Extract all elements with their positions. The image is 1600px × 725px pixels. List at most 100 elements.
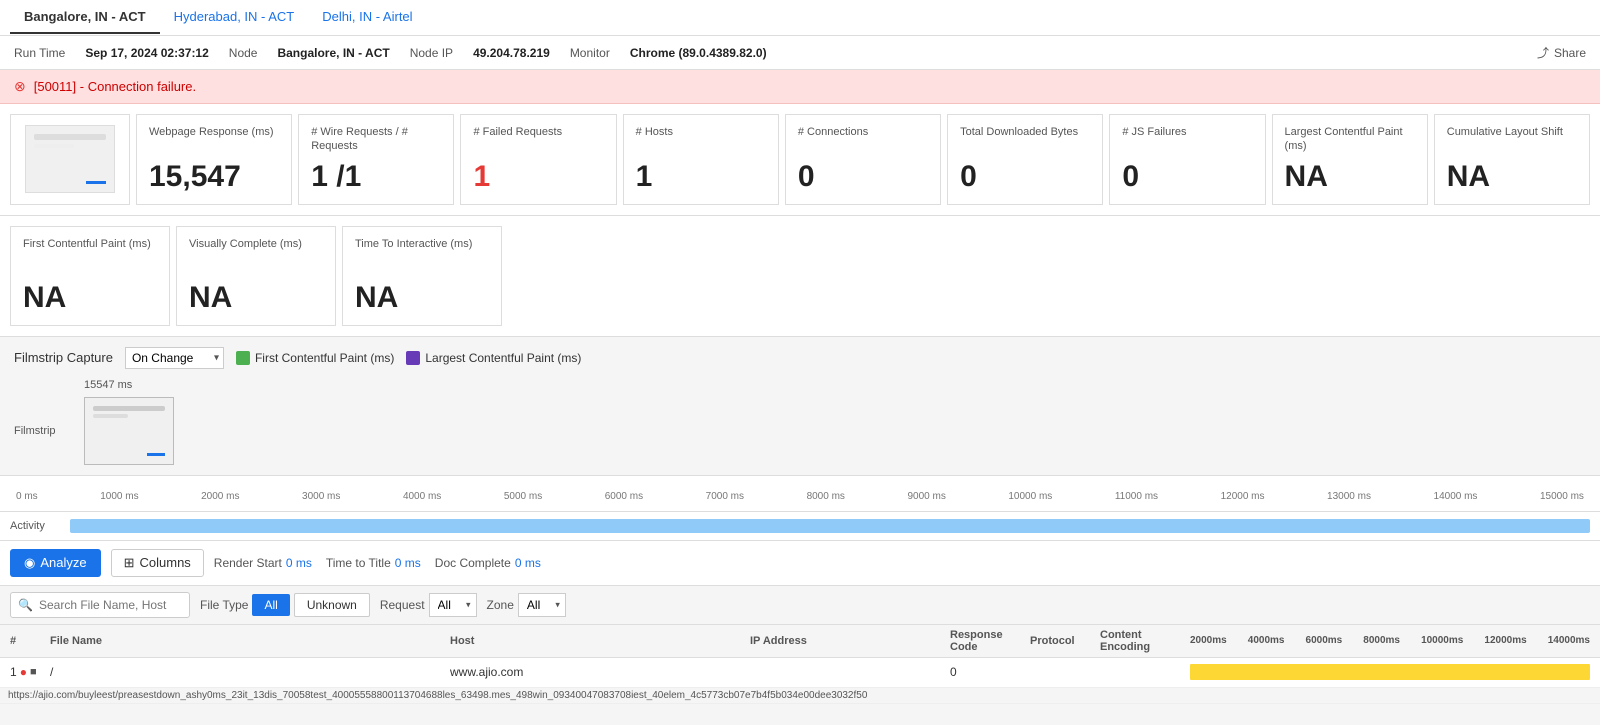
film-frame-bar <box>147 453 165 456</box>
row-number: 1 <box>10 665 17 679</box>
film-label: Filmstrip <box>14 425 84 437</box>
row-file: / <box>50 665 450 679</box>
stop-icon: ■ <box>30 666 37 678</box>
metric-failed-requests: # Failed Requests 1 <box>460 114 616 205</box>
ruler-tick-0: 0 ms <box>16 491 38 502</box>
node-ip-label: Node IP <box>410 46 453 60</box>
col-header-host: Host <box>450 635 750 647</box>
col-header-proto: Protocol <box>1030 635 1100 647</box>
activity-label: Activity <box>10 520 70 532</box>
file-type-filter: File Type All Unknown <box>200 593 370 617</box>
search-icon: 🔍 <box>18 598 33 612</box>
col-header-enc: Content Encoding <box>1100 629 1190 653</box>
tab-delhi[interactable]: Delhi, IN - Airtel <box>308 1 426 34</box>
filmstrip-section: Filmstrip Capture On Change Every 100ms … <box>0 337 1600 476</box>
row-timeline <box>1190 664 1590 680</box>
metric-value: 15,547 <box>149 160 279 194</box>
search-wrap: 🔍 <box>10 592 190 618</box>
screenshot-thumbnail <box>10 114 130 205</box>
filmstrip-capture-select[interactable]: On Change Every 100ms Every 500ms <box>125 347 224 369</box>
ruler-tick-13: 13000 ms <box>1327 491 1371 502</box>
run-time-label: Run Time <box>14 46 65 60</box>
activity-row: Activity <box>0 512 1600 540</box>
zone-select-wrap: All <box>518 593 566 617</box>
timeline-col-6ms: 6000ms <box>1306 635 1343 646</box>
legend-fcp-color <box>236 351 250 365</box>
request-label: Request <box>380 598 425 612</box>
node-label: Node <box>229 46 258 60</box>
zone-label: Zone <box>487 598 514 612</box>
doc-complete-label: Doc Complete <box>435 556 511 570</box>
metric-value: NA <box>355 281 489 315</box>
metric-cls: Cumulative Layout Shift NA <box>1434 114 1590 205</box>
metric-value: 0 <box>1122 160 1252 194</box>
metric-label: # JS Failures <box>1122 125 1252 139</box>
film-frames: Filmstrip <box>14 397 1586 465</box>
ruler-tick-2: 2000 ms <box>201 491 239 502</box>
timeline-col-2ms: 2000ms <box>1190 635 1227 646</box>
error-banner: ⊗ [50011] - Connection failure. <box>0 70 1600 104</box>
tab-bar: Bangalore, IN - ACT Hyderabad, IN - ACT … <box>0 0 1600 36</box>
ruler-ticks: 0 ms1000 ms2000 ms3000 ms4000 ms5000 ms6… <box>10 491 1590 502</box>
row-host: www.ajio.com <box>450 665 750 679</box>
metrics-row-2: First Contentful Paint (ms) NA Visually … <box>0 216 1600 337</box>
legend-lcp-label: Largest Contentful Paint (ms) <box>425 351 581 365</box>
metric-label: # Hosts <box>636 125 766 139</box>
metric-fcp: First Contentful Paint (ms) NA <box>10 226 170 326</box>
request-select[interactable]: All <box>429 593 477 617</box>
timeline-section: 0 ms1000 ms2000 ms3000 ms4000 ms5000 ms6… <box>0 476 1600 541</box>
analyze-icon: ◉ <box>24 555 35 571</box>
legend-lcp: Largest Contentful Paint (ms) <box>406 351 581 365</box>
request-filter: Request All <box>380 593 477 617</box>
analyze-button[interactable]: ◉ Analyze <box>10 549 101 577</box>
table-row: 1 ● ■ / www.ajio.com 0 <box>0 658 1600 688</box>
metric-js-failures: # JS Failures 0 <box>1109 114 1265 205</box>
metric-value: 1 <box>636 160 766 194</box>
ruler-tick-8: 8000 ms <box>807 491 845 502</box>
table-header: # File Name Host IP Address Response Cod… <box>0 625 1600 658</box>
metric-value: NA <box>1447 160 1577 194</box>
col-header-num: # <box>10 635 50 647</box>
legend-fcp: First Contentful Paint (ms) <box>236 351 394 365</box>
zone-select[interactable]: All <box>518 593 566 617</box>
timeline-col-8ms: 8000ms <box>1363 635 1400 646</box>
timeline-ruler: 0 ms1000 ms2000 ms3000 ms4000 ms5000 ms6… <box>0 482 1600 512</box>
all-filter-button[interactable]: All <box>252 594 289 616</box>
render-start-value: 0 ms <box>286 556 312 570</box>
render-start-label: Render Start <box>214 556 282 570</box>
ruler-tick-7: 7000 ms <box>706 491 744 502</box>
metric-label: Visually Complete (ms) <box>189 237 323 251</box>
ruler-tick-11: 11000 ms <box>1115 491 1158 502</box>
col-header-ip: IP Address <box>750 635 950 647</box>
filmstrip-capture-label: Filmstrip Capture <box>14 350 113 365</box>
timeline-col-4ms: 4000ms <box>1248 635 1285 646</box>
file-type-label: File Type <box>200 598 248 612</box>
metric-value: NA <box>1285 160 1415 194</box>
doc-complete-value: 0 ms <box>515 556 541 570</box>
columns-icon: ⊞ <box>124 555 135 571</box>
tab-bangalore[interactable]: Bangalore, IN - ACT <box>10 1 160 34</box>
metric-value: NA <box>23 281 157 315</box>
filmstrip-timeline: 15547 ms Filmstrip <box>14 379 1586 465</box>
time-to-title: Time to Title 0 ms <box>326 556 421 570</box>
share-icon: ⤴ <box>1537 44 1549 61</box>
metrics-row-1: Webpage Response (ms) 15,547 # Wire Requ… <box>0 104 1600 216</box>
timeline-col-12ms: 12000ms <box>1484 635 1526 646</box>
share-button[interactable]: ⤴ Share <box>1537 44 1586 61</box>
columns-button[interactable]: ⊞ Columns <box>111 549 204 577</box>
unknown-filter-button[interactable]: Unknown <box>294 593 370 617</box>
metric-wire-requests: # Wire Requests / # Requests 1 /1 <box>298 114 454 205</box>
node-value: Bangalore, IN - ACT <box>277 46 389 60</box>
ruler-tick-15: 15000 ms <box>1540 491 1584 502</box>
ruler-tick-6: 6000 ms <box>605 491 643 502</box>
search-input[interactable] <box>10 592 190 618</box>
metric-label: Cumulative Layout Shift <box>1447 125 1577 139</box>
error-icon: ⊗ <box>14 78 26 95</box>
doc-complete: Doc Complete 0 ms <box>435 556 541 570</box>
row-icons: 1 ● ■ <box>10 665 50 679</box>
metric-value: NA <box>189 281 323 315</box>
col-header-rc: Response Code <box>950 629 1030 653</box>
ruler-tick-3: 3000 ms <box>302 491 340 502</box>
metric-tti: Time To Interactive (ms) NA <box>342 226 502 326</box>
tab-hyderabad[interactable]: Hyderabad, IN - ACT <box>160 1 309 34</box>
